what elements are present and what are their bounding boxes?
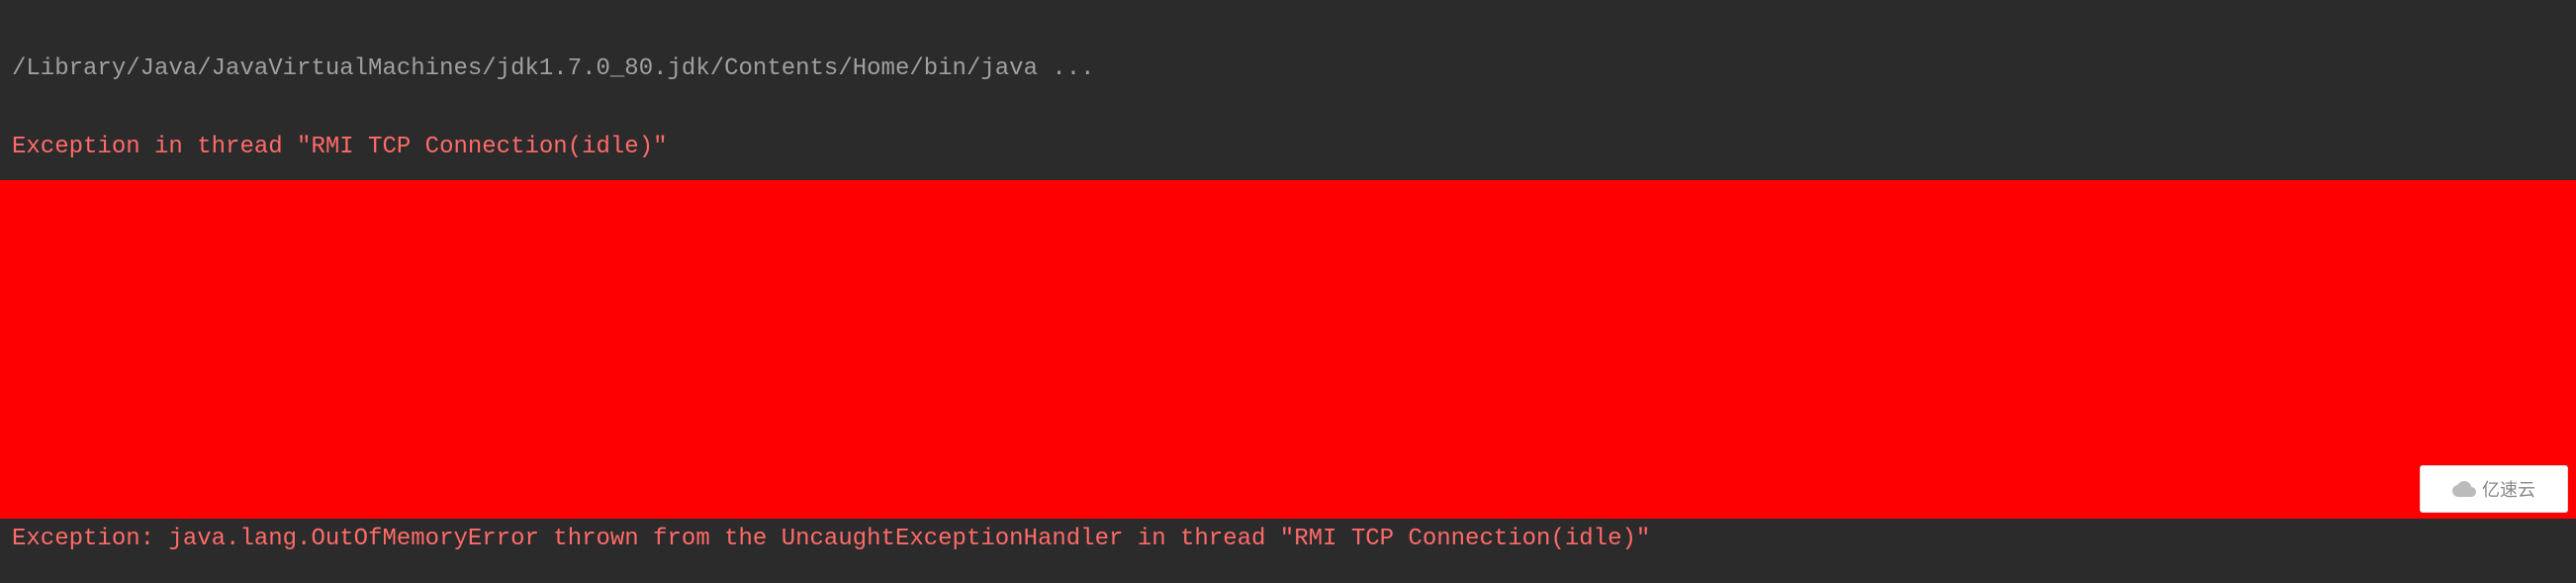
watermark: 亿速云	[2420, 465, 2568, 513]
command-line: /Library/Java/JavaVirtualMachines/jdk1.7…	[12, 56, 2564, 82]
cloud-icon	[2452, 477, 2476, 501]
watermark-text: 亿速云	[2482, 476, 2535, 502]
red-overlay	[0, 180, 2576, 519]
error-line: Exception in thread "RMI TCP Connection(…	[12, 135, 2564, 160]
error-line: Exception: java.lang.OutOfMemoryError th…	[12, 527, 2564, 552]
